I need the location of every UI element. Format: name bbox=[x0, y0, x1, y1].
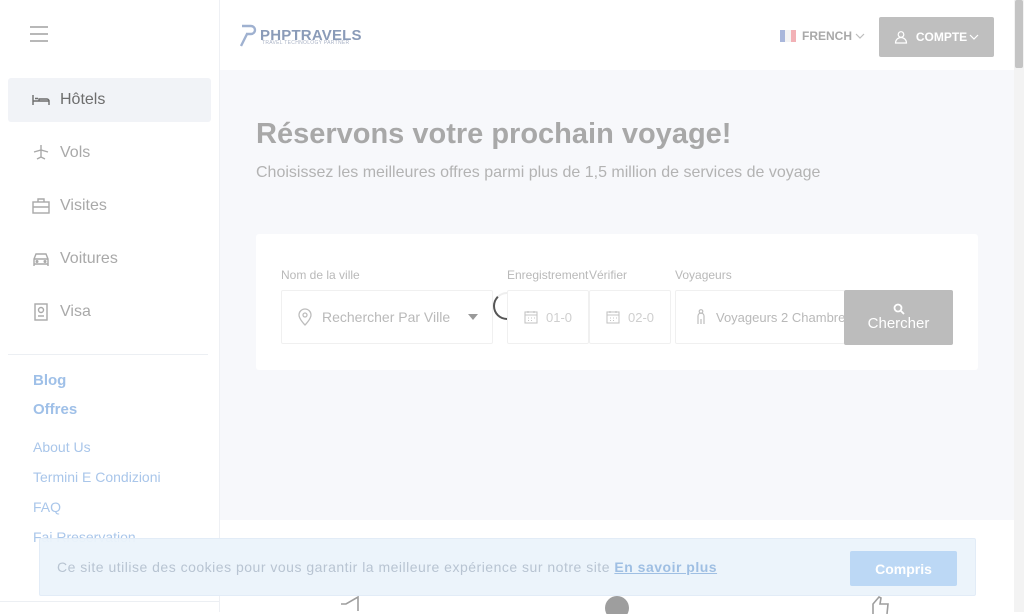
sidebar-divider bbox=[8, 354, 208, 355]
passport-icon bbox=[30, 302, 52, 322]
cookie-accept-button[interactable]: Compris bbox=[850, 551, 957, 586]
caret-down-icon bbox=[468, 314, 479, 320]
logo-icon bbox=[239, 24, 257, 47]
search-button[interactable]: Chercher bbox=[844, 290, 953, 345]
account-label: COMPTE bbox=[915, 30, 968, 44]
sidebar-link-offers[interactable]: Offres bbox=[33, 401, 77, 418]
thumbs-up-icon bbox=[867, 594, 897, 614]
search-icon bbox=[893, 303, 905, 315]
chevron-down-icon bbox=[969, 34, 979, 40]
checkout-value: 02-0 bbox=[628, 309, 655, 325]
sidebar: Hôtels Vols Visites Voitures Visa Blog O… bbox=[0, 0, 220, 612]
account-button[interactable]: COMPTE bbox=[879, 17, 994, 57]
suitcase-icon bbox=[30, 196, 52, 216]
search-button-label: Chercher bbox=[867, 315, 930, 332]
checkin-input[interactable]: 01-0 bbox=[507, 290, 589, 344]
city-select[interactable]: Rechercher Par Ville bbox=[281, 290, 493, 344]
hero-subtitle: Choisissez les meilleures offres parmi p… bbox=[256, 164, 821, 181]
sidebar-item-label: Visa bbox=[60, 303, 91, 320]
globe-icon bbox=[602, 594, 632, 614]
travellers-label: Voyageurs bbox=[675, 268, 732, 282]
calendar-icon bbox=[524, 310, 538, 324]
language-selector[interactable]: FRENCH bbox=[780, 29, 865, 43]
user-icon bbox=[894, 30, 908, 44]
plane-icon bbox=[30, 143, 52, 163]
sidebar-item-visa[interactable]: Visa bbox=[8, 290, 211, 334]
checkin-value: 01-0 bbox=[546, 309, 573, 325]
cookie-message: Ce site utilise des cookies pour vous ga… bbox=[57, 559, 717, 575]
sidebar-link-faq[interactable]: FAQ bbox=[33, 499, 61, 515]
france-flag-icon bbox=[780, 30, 796, 42]
sidebar-item-label: Visites bbox=[60, 197, 107, 214]
logo-tagline: TRAVEL TECHNOLOGY PARTNER bbox=[262, 40, 350, 46]
sidebar-item-label: Voitures bbox=[60, 250, 118, 267]
menu-icon[interactable] bbox=[30, 26, 48, 42]
scrollbar-track[interactable] bbox=[1014, 0, 1024, 612]
sidebar-item-label: Vols bbox=[60, 144, 91, 161]
logo[interactable]: PHPTRAVELS TRAVEL TECHNOLOGY PARTNER bbox=[238, 20, 362, 50]
sidebar-link-about[interactable]: About Us bbox=[33, 439, 91, 455]
checkout-input[interactable]: 02-0 bbox=[589, 290, 671, 344]
checkout-label: Vérifier bbox=[589, 268, 628, 282]
person-icon bbox=[696, 309, 706, 325]
sidebar-item-flights[interactable]: Vols bbox=[8, 131, 211, 175]
sidebar-item-cars[interactable]: Voitures bbox=[8, 237, 211, 281]
sidebar-item-hotels[interactable]: Hôtels bbox=[8, 78, 211, 122]
language-label: FRENCH bbox=[802, 29, 852, 43]
cookie-banner: Ce site utilise des cookies pour vous ga… bbox=[39, 538, 976, 596]
location-pin-icon bbox=[298, 308, 312, 326]
travellers-value: Voyageurs 2 Chambre bbox=[716, 309, 845, 325]
chevron-down-icon bbox=[855, 33, 865, 39]
hero-title: Réservons votre prochain voyage! bbox=[256, 118, 732, 150]
sidebar-link-blog[interactable]: Blog bbox=[33, 372, 66, 389]
city-label: Nom de la ville bbox=[281, 268, 360, 282]
car-icon bbox=[30, 249, 52, 269]
city-placeholder: Rechercher Par Ville bbox=[322, 309, 451, 325]
cookie-learn-more-link[interactable]: En savoir plus bbox=[614, 559, 717, 575]
bed-icon bbox=[30, 90, 52, 110]
calendar-icon bbox=[606, 310, 620, 324]
scrollbar-thumb[interactable] bbox=[1015, 0, 1023, 68]
checkin-label: Enregistrement bbox=[507, 268, 589, 282]
sidebar-bottom-divider bbox=[0, 601, 219, 602]
travellers-input[interactable]: Voyageurs 2 Chambre bbox=[675, 290, 845, 344]
sidebar-item-tours[interactable]: Visites bbox=[8, 184, 211, 228]
sidebar-item-label: Hôtels bbox=[60, 91, 106, 108]
sidebar-link-terms[interactable]: Termini E Condizioni bbox=[33, 469, 161, 485]
cookie-text: Ce site utilise des cookies pour vous ga… bbox=[57, 559, 610, 575]
megaphone-icon bbox=[337, 594, 367, 614]
